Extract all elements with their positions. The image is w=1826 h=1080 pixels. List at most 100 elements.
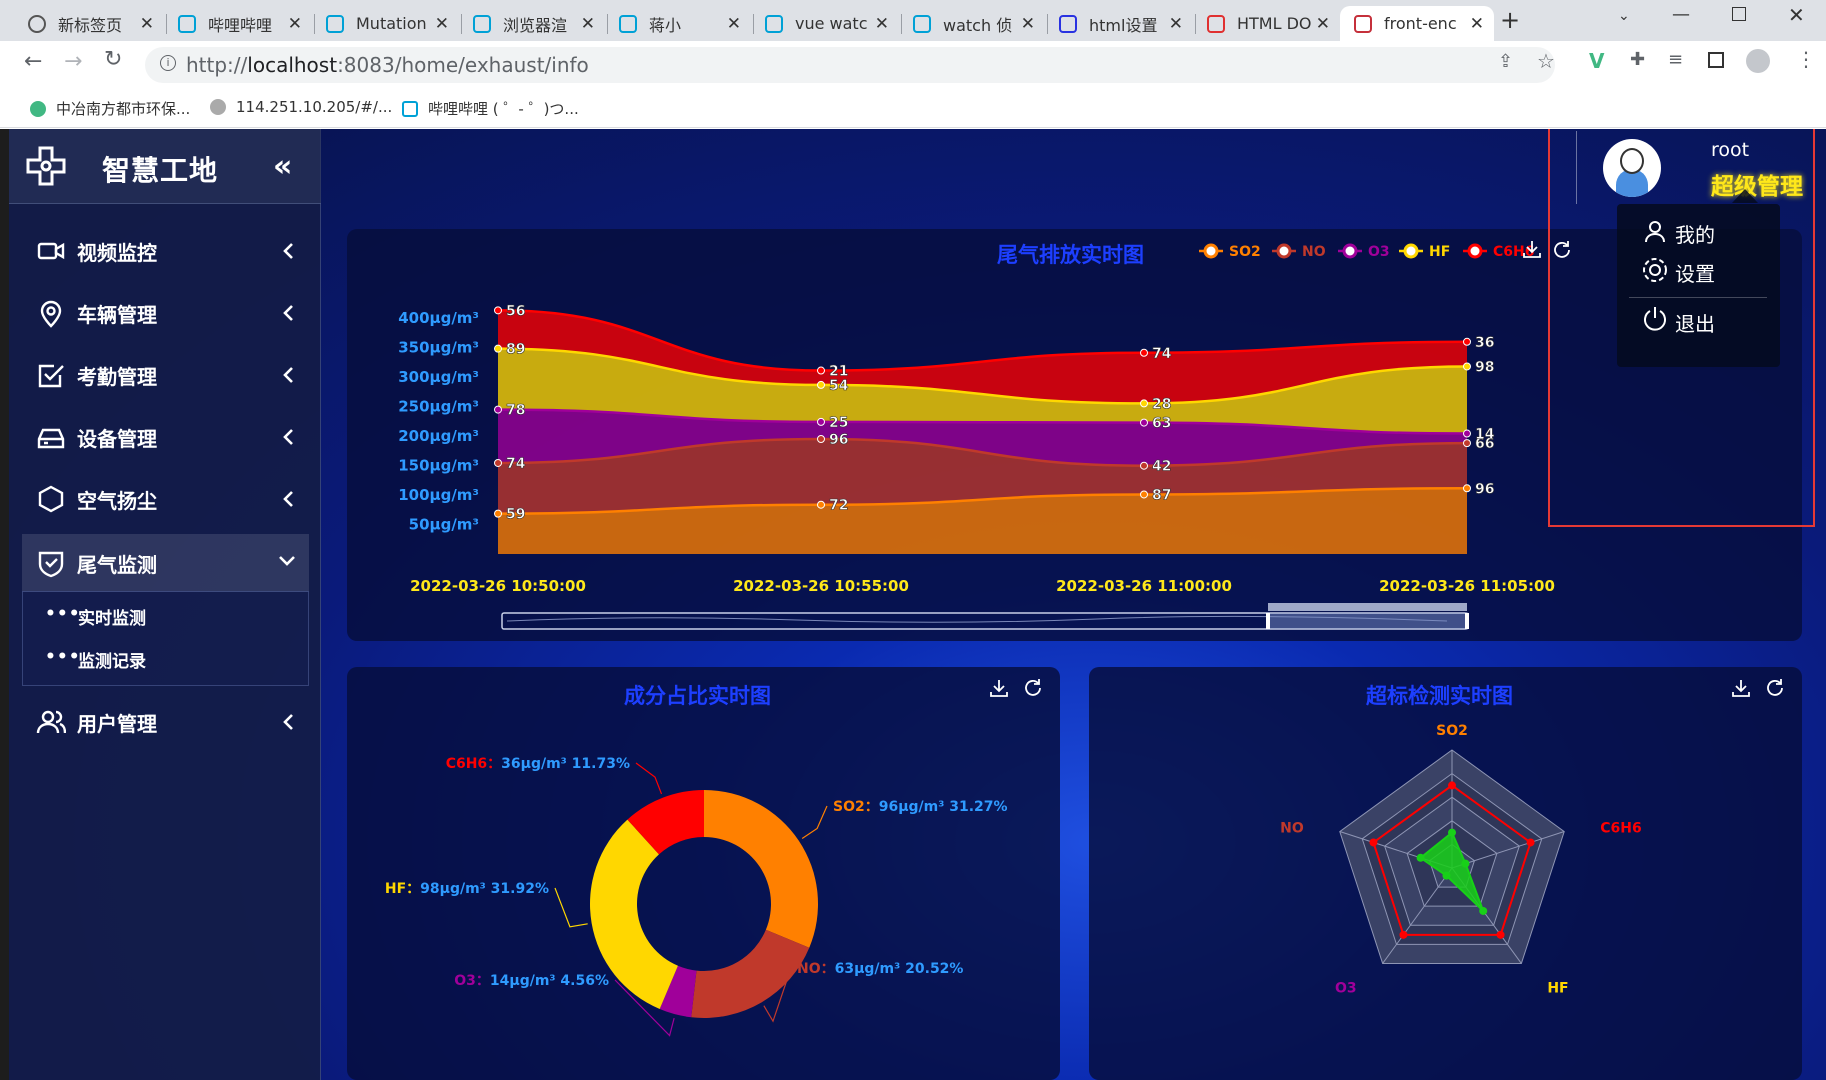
radar-indicator-label: HF (1547, 980, 1568, 996)
pie-label-value: 63μg/m³ 20.52% (835, 961, 964, 977)
radar-point (1479, 906, 1488, 915)
url-text[interactable]: http://localhost:8083/home/exhaust/info (186, 53, 589, 77)
zoom-slider-handle-left[interactable] (1266, 613, 1270, 629)
browser-tab[interactable]: 哔哩哔哩 ✕ (164, 6, 312, 41)
side-panel-icon[interactable] (1708, 52, 1724, 68)
radar-point (1442, 871, 1451, 880)
bilibili-icon (473, 14, 491, 33)
close-window-button[interactable]: ✕ (1788, 3, 1805, 27)
menu-label: 空气扬尘 (77, 488, 157, 513)
menu-label: 视频监控 (77, 240, 157, 265)
close-tab-icon[interactable]: ✕ (1470, 14, 1484, 34)
logo-area: 智慧工地 « (9, 129, 321, 204)
submenu-item-records[interactable]: 监测记录 (78, 647, 146, 672)
restore-button[interactable] (1732, 7, 1746, 21)
menu-item-users[interactable]: 用户管理 (9, 691, 321, 753)
data-point (1140, 490, 1148, 499)
browser-tab[interactable]: 浏览器渲 ✕ (459, 6, 605, 41)
collapse-sidebar-icon[interactable]: « (273, 149, 292, 184)
zoom-slider-handle-right[interactable] (1465, 613, 1469, 629)
close-tab-icon[interactable]: ✕ (1316, 14, 1330, 34)
bookmark-item[interactable]: 114.251.10.205/#/... (210, 98, 392, 116)
page-icon (1354, 14, 1372, 33)
menu-item-attendance[interactable]: 考勤管理 (9, 344, 321, 406)
forward-icon[interactable]: → (64, 49, 82, 74)
location-pin-icon (40, 300, 62, 328)
menu-item-exhaust[interactable]: 尾气监测 (22, 534, 309, 592)
more-menu-icon[interactable]: ⋮ (1796, 47, 1816, 71)
browser-tab[interactable]: vue watc ✕ (751, 6, 899, 41)
data-point (817, 417, 825, 426)
submenu-item-realtime[interactable]: 实时监测 (78, 604, 146, 629)
tab-search-icon[interactable]: ⌄ (1618, 8, 1630, 24)
bookmark-item[interactable]: 哔哩哔哩 ( ゜- ゜)つ... (402, 98, 579, 119)
browser-tab[interactable]: html设置 ✕ (1045, 6, 1193, 41)
data-point (1463, 439, 1471, 448)
zoom-slider-handle-bar[interactable] (1268, 603, 1467, 611)
data-point (494, 344, 502, 353)
bookmark-star-icon[interactable]: ☆ (1537, 49, 1555, 73)
close-tab-icon[interactable]: ✕ (875, 14, 889, 34)
legend-marker (1203, 243, 1219, 259)
legend-marker (1276, 243, 1292, 259)
new-tab-button[interactable]: + (1500, 6, 1520, 34)
menu-item-device[interactable]: 设备管理 (9, 406, 321, 468)
zoom-slider-window[interactable] (1267, 612, 1468, 630)
data-point (1463, 362, 1471, 371)
legend-label: SO2 (1229, 244, 1261, 260)
browser-tab[interactable]: 新标签页 ✕ (14, 6, 164, 41)
data-point (1463, 429, 1471, 438)
menu-item-video[interactable]: 视频监控 (9, 220, 321, 282)
close-tab-icon[interactable]: ✕ (727, 14, 741, 34)
profile-icon[interactable] (1746, 49, 1770, 73)
chrome-icon (28, 14, 46, 33)
close-tab-icon[interactable]: ✕ (581, 14, 595, 34)
close-tab-icon[interactable]: ✕ (1169, 14, 1183, 34)
logo-icon (26, 146, 66, 186)
data-point (817, 435, 825, 444)
x-axis-tick-label: 2022-03-26 11:00:00 (1056, 577, 1232, 595)
radar-indicator-label: C6H6 (1600, 821, 1641, 837)
exhaust-submenu: ••• 实时监测 ••• 监测记录 (22, 591, 309, 686)
extensions-icon[interactable]: ✚ (1630, 49, 1645, 70)
bookmark-item[interactable]: 中冶南方都市环保... (30, 98, 190, 119)
vue-icon (30, 100, 46, 117)
menu-item-air[interactable]: 空气扬尘 (9, 468, 321, 530)
bilibili-icon (402, 100, 418, 117)
data-label: 78 (506, 403, 525, 419)
close-tab-icon[interactable]: ✕ (1021, 14, 1035, 34)
vue-devtools-icon[interactable]: V (1589, 49, 1604, 73)
minimize-button[interactable]: — (1672, 4, 1690, 25)
menu-item-vehicle[interactable]: 车辆管理 (9, 282, 321, 344)
browser-tab[interactable]: HTML DO ✕ (1193, 6, 1340, 41)
browser-tab[interactable]: 蒋小 ✕ (605, 6, 751, 41)
data-label: 36 (1475, 335, 1494, 351)
menu-label: 车辆管理 (77, 302, 157, 327)
browser-tab[interactable]: front-enc ✕ (1340, 6, 1494, 41)
close-tab-icon[interactable]: ✕ (140, 14, 154, 34)
y-axis-tick-label: 50μg/m³ (409, 515, 479, 533)
pie-label: NO：63μg/m³ 20.52% (797, 961, 963, 977)
chevron-left-icon (283, 367, 293, 383)
pie-chart-panel: 成分占比实时图 SO2：96μg/m³ 31.27% NO：63μg/m³ 20.… (347, 667, 1060, 1080)
radar-indicator-label: NO (1280, 821, 1304, 837)
back-icon[interactable]: ← (24, 49, 42, 74)
data-label: 63 (1152, 416, 1171, 432)
close-tab-icon[interactable]: ✕ (435, 14, 449, 34)
chevron-left-icon (283, 714, 293, 730)
data-label: 89 (506, 342, 525, 358)
menu-label: 考勤管理 (77, 364, 157, 389)
site-info-icon[interactable]: i (160, 55, 176, 71)
close-tab-icon[interactable]: ✕ (288, 14, 302, 34)
browser-tab[interactable]: watch 侦 ✕ (899, 6, 1045, 41)
reload-icon[interactable]: ↻ (104, 47, 122, 72)
pie-label-line (554, 887, 588, 928)
video-camera-icon (37, 242, 65, 260)
reading-list-icon[interactable]: ≡ (1668, 49, 1683, 70)
share-icon[interactable]: ⇪ (1498, 51, 1513, 72)
y-axis-tick-label: 150μg/m³ (398, 456, 479, 474)
browser-tab[interactable]: Mutation ✕ (312, 6, 459, 41)
y-axis-tick-label: 350μg/m³ (398, 338, 479, 356)
data-point (1140, 399, 1148, 408)
pie-label-name: NO： (797, 961, 835, 977)
